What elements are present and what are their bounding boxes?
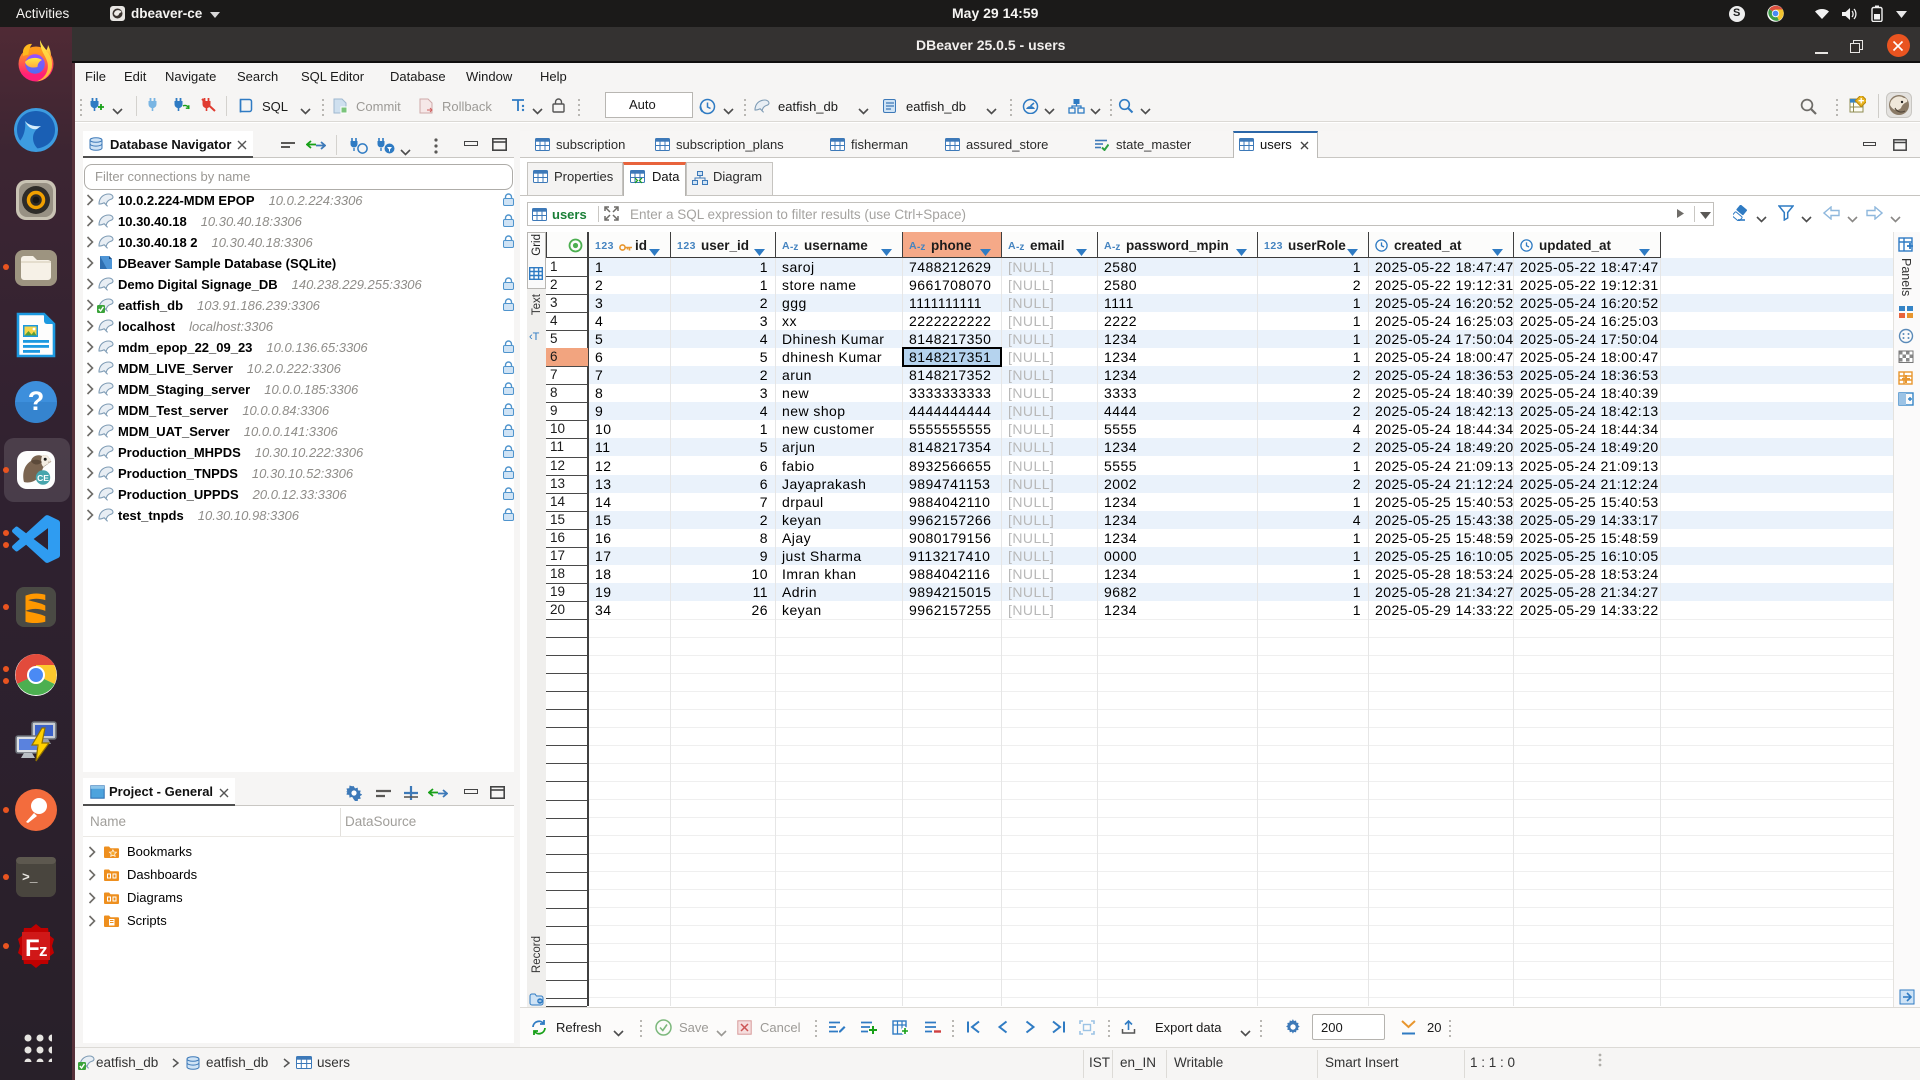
svg-text:CE: CE [37, 473, 49, 483]
svg-text:F: F [25, 935, 40, 962]
svg-text:‹T: ‹T [529, 331, 540, 342]
svg-text:z: z [39, 941, 48, 960]
svg-text:?: ? [28, 386, 45, 416]
svg-text:>_: >_ [22, 870, 38, 885]
